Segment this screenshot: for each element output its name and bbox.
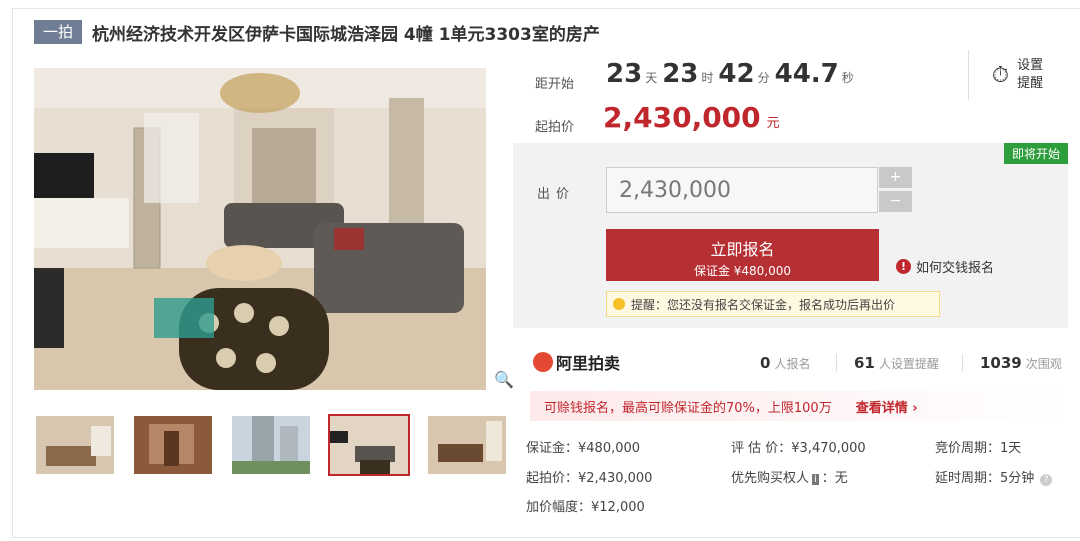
thumbnail-active[interactable]: [328, 414, 410, 476]
ali-auction-brand: 阿里拍卖: [533, 350, 620, 374]
ali-logo-icon: [533, 352, 553, 372]
bid-panel: 即将开始 出价 + − 立即报名 保证金 ¥480,000 ! 如何交钱报名 提…: [513, 143, 1068, 328]
start-price-info: 起拍价：¥2,430,000: [526, 471, 653, 486]
views-label: 次围观: [1025, 357, 1062, 371]
countdown-minutes-unit: 分: [757, 71, 770, 85]
increase-bid-button[interactable]: +: [879, 167, 912, 188]
thumbnail[interactable]: [230, 414, 312, 476]
priority-badge-icon[interactable]: i: [812, 474, 819, 485]
signups-label: 人报名: [774, 357, 811, 371]
bidding-period-info: 竞价周期：1天: [935, 441, 1022, 456]
how-to-register-label: 如何交钱报名: [916, 261, 995, 276]
reminder-tip: 提醒：您还没有报名交保证金，报名成功后再出价: [606, 291, 940, 317]
divider: [962, 354, 963, 372]
bid-label: 出价: [537, 187, 576, 202]
appraisal-info: 评 估 价：¥3,470,000: [731, 441, 866, 456]
ali-brand-name: 阿里拍卖: [556, 354, 621, 373]
bulb-icon: [613, 298, 625, 310]
countdown-days: 23: [606, 59, 643, 89]
alarm-clock-icon: ⏱: [991, 62, 1010, 88]
priority-buyer-info: 优先购买权人 i ：无: [731, 467, 848, 486]
priority-buyer-label: 优先购买权人: [731, 471, 810, 486]
register-button-label: 立即报名: [710, 240, 775, 259]
auction-round-tag: 一拍: [34, 20, 83, 44]
info-icon: !: [896, 259, 911, 274]
increment-info: 加价幅度：¥12,000: [526, 500, 645, 515]
register-button[interactable]: 立即报名 保证金 ¥480,000: [606, 229, 879, 281]
signups-stat: 0 人报名: [760, 354, 810, 372]
bid-input[interactable]: [606, 167, 878, 213]
priority-buyer-value: ：无: [821, 471, 848, 486]
loan-text: 可赊钱报名，最高可赊保证金的70%，上限100万: [544, 400, 832, 416]
countdown-minutes: 42: [718, 59, 755, 89]
set-reminder-label: 设置提醒: [1017, 58, 1044, 91]
countdown-seconds-unit: 秒: [841, 71, 854, 85]
delay-period-text: 延时周期：5分钟: [935, 471, 1035, 486]
status-badge: 即将开始: [1003, 143, 1068, 164]
countdown-label: 距开始: [535, 77, 575, 92]
countdown-seconds: 44.7: [774, 59, 839, 89]
loan-banner: 可赊钱报名，最高可赊保证金的70%，上限100万 查看详情 ›: [530, 391, 1068, 421]
title-row: 一拍 杭州经济技术开发区伊萨卡国际城浩泽园 4幢 1单元3303室的房产: [34, 18, 600, 46]
reminders-label: 人设置提醒: [878, 357, 939, 371]
delay-period-info: 延时周期：5分钟?: [935, 467, 1053, 486]
signups-count: 0: [760, 354, 771, 372]
how-to-register-link[interactable]: ! 如何交钱报名: [896, 257, 994, 276]
bid-stepper: + −: [879, 167, 912, 215]
start-price-unit: 元: [766, 116, 780, 131]
countdown: 23 天 23 时 42 分 44.7 秒: [606, 59, 859, 89]
set-reminder-button[interactable]: ⏱ 设置提醒: [968, 50, 1068, 100]
page-title: 杭州经济技术开发区伊萨卡国际城浩泽园 4幢 1单元3303室的房产: [92, 24, 600, 45]
loan-details-link[interactable]: 查看详情 ›: [856, 397, 918, 416]
deposit-info: 保证金：¥480,000: [526, 441, 641, 456]
start-price: 2,430,000 元: [603, 101, 780, 134]
help-icon[interactable]: ?: [1040, 474, 1053, 486]
countdown-days-unit: 天: [645, 71, 658, 85]
reminders-stat: 61 人设置提醒: [854, 354, 939, 372]
reminders-count: 61: [854, 354, 875, 372]
thumbnail[interactable]: [132, 414, 214, 476]
main-photo[interactable]: [34, 68, 486, 390]
views-stat: 1039 次围观: [980, 354, 1062, 372]
thumbnail[interactable]: [34, 414, 116, 476]
views-count: 1039: [980, 354, 1022, 372]
register-deposit-label: 保证金 ¥480,000: [693, 264, 792, 278]
thumbnail[interactable]: [426, 414, 508, 476]
decrease-bid-button[interactable]: −: [879, 191, 912, 212]
start-price-label: 起拍价: [535, 120, 575, 135]
start-price-value: 2,430,000: [603, 101, 761, 134]
countdown-hours-unit: 时: [701, 71, 714, 85]
divider: [836, 354, 837, 372]
countdown-hours: 23: [662, 59, 699, 89]
zoom-icon[interactable]: 🔍: [494, 370, 514, 389]
thumbnail-strip: [34, 414, 524, 476]
reminder-tip-text: 提醒：您还没有报名交保证金，报名成功后再出价: [631, 297, 896, 312]
